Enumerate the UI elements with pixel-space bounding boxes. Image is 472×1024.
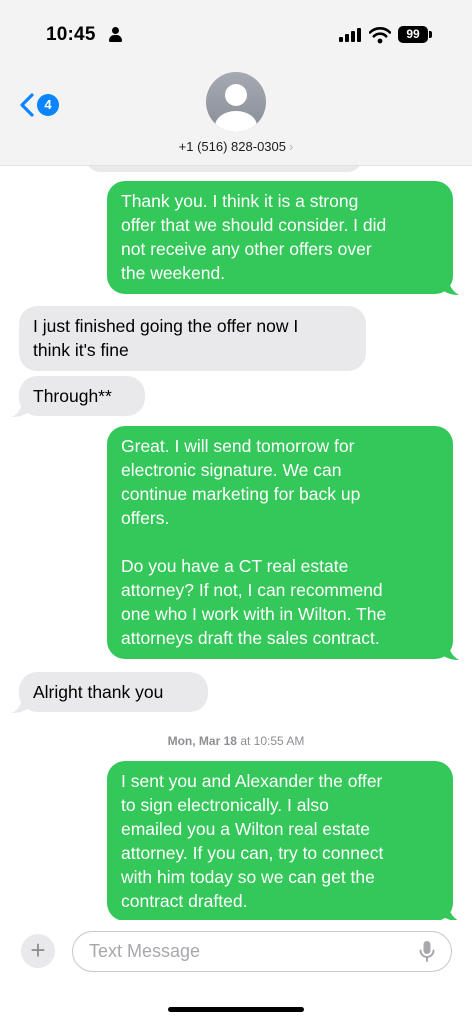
bubble-tail [12,694,31,713]
avatar-icon[interactable] [206,72,266,132]
outgoing-message-bubble[interactable]: Great. I will send tomorrow for electron… [107,426,453,659]
timestamp-time: 10:55 AM [253,734,305,748]
outgoing-message-bubble[interactable]: I sent you and Alexander the offer to si… [107,761,453,921]
contact-number: +1 (516) 828-0305 [178,139,286,154]
bubble-tail [12,398,31,417]
chevron-right-icon: › [289,139,294,154]
contact-name[interactable]: +1 (516) 828-0305 › [0,139,472,154]
incoming-message-bubble[interactable]: I just finished going the offer now I th… [19,306,366,371]
signal-icon [339,28,363,42]
timestamp-at: at [240,734,251,748]
timestamp-day: Mon, Mar 18 [167,734,237,748]
battery-tip [429,31,432,38]
status-time: 10:45 [46,24,96,45]
bubble-tail [440,641,459,660]
microphone-icon[interactable] [418,940,436,964]
person-icon [109,27,122,43]
home-indicator[interactable] [168,1007,304,1012]
battery-icon: 99 [398,26,428,43]
back-chevron-icon [20,93,34,117]
bubble-tail [440,276,459,295]
back-button[interactable]: 4 [18,90,66,120]
message-timestamp: Mon, Mar 18 at 10:55 AM [0,734,472,748]
incoming-message-bubble[interactable]: Alright thank you [19,672,208,712]
conversation-header: 10:45 99 4 +1 (516) 828-0305 › [0,0,472,166]
incoming-message-bubble[interactable]: Through** [19,376,145,416]
message-input[interactable] [72,931,452,972]
bubble-tail [440,902,459,921]
unread-count-badge: 4 [37,94,59,116]
outgoing-message-bubble[interactable]: Thank you. I think it is a strong offer … [107,181,453,294]
wifi-icon [369,27,391,44]
plus-icon[interactable]: + [21,934,55,968]
